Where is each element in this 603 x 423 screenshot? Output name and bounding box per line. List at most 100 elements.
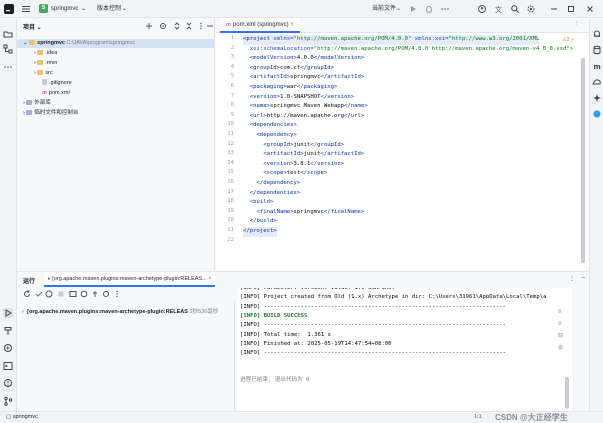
code-token: </name> xyxy=(344,103,368,110)
folder-icon xyxy=(29,40,36,45)
editor-panel: m pom.xml (springmvc) × ⋮ ⚠2 ✓ 1234567891… xyxy=(216,18,589,270)
code-area[interactable]: <project xmlns="http://maven.apache.org/… xyxy=(243,35,588,270)
stop-icon[interactable] xyxy=(57,290,65,298)
tree-item-idea[interactable]: › .idea xyxy=(34,49,57,58)
console-output[interactable]: [INFO] Parameter: version, Value: 1.0-SN… xyxy=(237,288,572,412)
more-icon[interactable] xyxy=(440,4,450,14)
line-number: 12 xyxy=(227,140,234,147)
code-token: xsi:schemaLocation= xyxy=(243,45,314,52)
tree-item-src[interactable]: › src xyxy=(34,69,53,78)
account-icon[interactable] xyxy=(477,4,487,14)
run-icon[interactable] xyxy=(408,4,418,14)
scroll-end-icon[interactable]: ≡ xyxy=(558,318,566,330)
maximize-icon[interactable] xyxy=(566,4,576,14)
line-number: 17 xyxy=(227,188,234,195)
console-scrollbar[interactable] xyxy=(565,377,569,409)
code-line: <build> xyxy=(243,198,274,208)
more-tabs-icon[interactable]: ⋮ xyxy=(574,21,580,27)
collapse-all-icon[interactable] xyxy=(185,22,193,30)
code-token: <scope> xyxy=(243,170,287,177)
soft-wrap-icon[interactable]: ≡ xyxy=(558,306,566,318)
tree-item-external-libs[interactable]: › 外部库 xyxy=(23,99,51,108)
success-check-icon[interactable] xyxy=(35,290,43,298)
tree-item-mvn[interactable]: › .mvn xyxy=(34,59,57,68)
locate-icon[interactable] xyxy=(159,22,167,30)
chevron-down-icon[interactable]: ⌄ xyxy=(122,4,127,14)
caret-position[interactable]: 1:1 xyxy=(474,414,482,420)
debug-icon[interactable] xyxy=(424,4,434,14)
tree-item-scratches[interactable]: › 临时文件和控制台 xyxy=(23,109,78,118)
tree-item-pom[interactable]: m pom.xml xyxy=(42,89,70,98)
chevron-down-icon[interactable]: ⌄ xyxy=(396,4,401,14)
build-hammer-icon[interactable] xyxy=(3,326,13,336)
notifications-bell-icon[interactable] xyxy=(592,29,602,39)
hide-panel-icon[interactable]: – xyxy=(582,275,585,281)
code-line: <finalName>springmvc</finalName> xyxy=(243,208,364,218)
run-tab[interactable]: ▸ [org.apache.maven.plugins:maven-archet… xyxy=(44,272,216,287)
translate-icon[interactable]: 文 xyxy=(494,4,504,14)
root-path: C:\JAVA\program\springmvc xyxy=(66,40,136,46)
print-icon[interactable]: ⊟ xyxy=(558,330,566,342)
minimize-icon[interactable] xyxy=(549,4,559,14)
database-icon[interactable] xyxy=(592,45,602,55)
chevron-down-icon[interactable]: ⌄ xyxy=(81,4,86,14)
close-icon[interactable] xyxy=(585,4,595,14)
run-options-icon[interactable]: ⋮ xyxy=(569,275,575,282)
code-token: <project xyxy=(243,36,274,42)
expand-all-icon[interactable] xyxy=(173,22,181,30)
close-tab-icon[interactable]: × xyxy=(208,276,211,282)
project-switcher[interactable]: springmvc xyxy=(51,4,78,14)
editor-tab-bar: m pom.xml (springmvc) × ⋮ xyxy=(216,18,589,33)
git-branch-icon[interactable] xyxy=(3,396,13,406)
terminal-icon[interactable] xyxy=(3,361,13,371)
console-line: [INFO] ---------------------------------… xyxy=(240,303,507,310)
search-icon[interactable] xyxy=(510,4,520,14)
project-panel-title[interactable]: 项目 ⌄ xyxy=(23,22,42,31)
code-line: </build> xyxy=(243,217,277,227)
line-number: 5 xyxy=(230,73,234,80)
settings-icon[interactable] xyxy=(102,290,110,298)
hide-panel-icon[interactable] xyxy=(206,22,214,30)
console-line: [INFO] Total time: 1.361 s xyxy=(240,331,331,338)
line-number: 21 xyxy=(227,227,234,233)
close-tab-icon[interactable]: × xyxy=(290,22,294,28)
rerun-icon[interactable] xyxy=(23,290,31,298)
console-tools: ≡ ≡ ⊟ ⊘ xyxy=(558,306,566,354)
toggle-view-icon[interactable] xyxy=(69,290,77,298)
main-menu-icon[interactable] xyxy=(21,4,31,14)
pin-icon[interactable] xyxy=(91,290,99,298)
options-icon[interactable] xyxy=(197,22,205,30)
settings-gear-icon[interactable] xyxy=(526,4,536,14)
editor-scrollbar[interactable] xyxy=(581,58,585,263)
project-badge[interactable]: S xyxy=(39,4,48,13)
svg-text:m: m xyxy=(594,63,601,71)
tree-root[interactable]: ⌄ springmvc C:\JAVA\program\springmvc xyxy=(17,39,214,48)
more-icon[interactable] xyxy=(113,290,121,298)
run-config-selector[interactable]: 当前文件 xyxy=(372,4,396,14)
run-tree-item[interactable]: ✓ [org.apache.maven.plugins:maven-archet… xyxy=(21,308,231,317)
folder-icon[interactable] xyxy=(3,29,13,39)
run-tool-icon[interactable] xyxy=(3,308,13,318)
vcs-menu[interactable]: 版本控制 xyxy=(97,4,121,14)
add-icon[interactable] xyxy=(145,22,153,30)
code-token: springmvc xyxy=(290,74,321,81)
clear-icon[interactable]: ⊘ xyxy=(558,342,566,354)
console-line: [INFO] BUILD SUCCESS xyxy=(240,312,308,319)
gradle-icon[interactable] xyxy=(592,77,602,87)
warning-icon[interactable] xyxy=(45,290,53,298)
root-name: springmvc xyxy=(37,40,65,46)
problems-icon[interactable] xyxy=(3,378,13,388)
tree-item-gitignore[interactable]: .gitignore xyxy=(42,79,72,88)
more-tools-icon[interactable] xyxy=(3,62,13,72)
structure-icon[interactable] xyxy=(3,44,13,54)
services-icon[interactable] xyxy=(3,343,13,353)
tab-pom-xml[interactable]: m pom.xml (springmvc) × xyxy=(220,18,300,33)
filter-icon[interactable] xyxy=(80,290,88,298)
ai-assistant-icon[interactable] xyxy=(592,93,602,103)
folder-icon xyxy=(37,60,44,65)
copilot-icon[interactable] xyxy=(592,109,602,119)
line-number: 9 xyxy=(230,111,234,118)
status-breadcrumb[interactable]: ▢ springmvc xyxy=(6,414,38,420)
chevron-right-icon: › xyxy=(34,50,36,56)
maven-icon[interactable]: m xyxy=(592,61,602,71)
